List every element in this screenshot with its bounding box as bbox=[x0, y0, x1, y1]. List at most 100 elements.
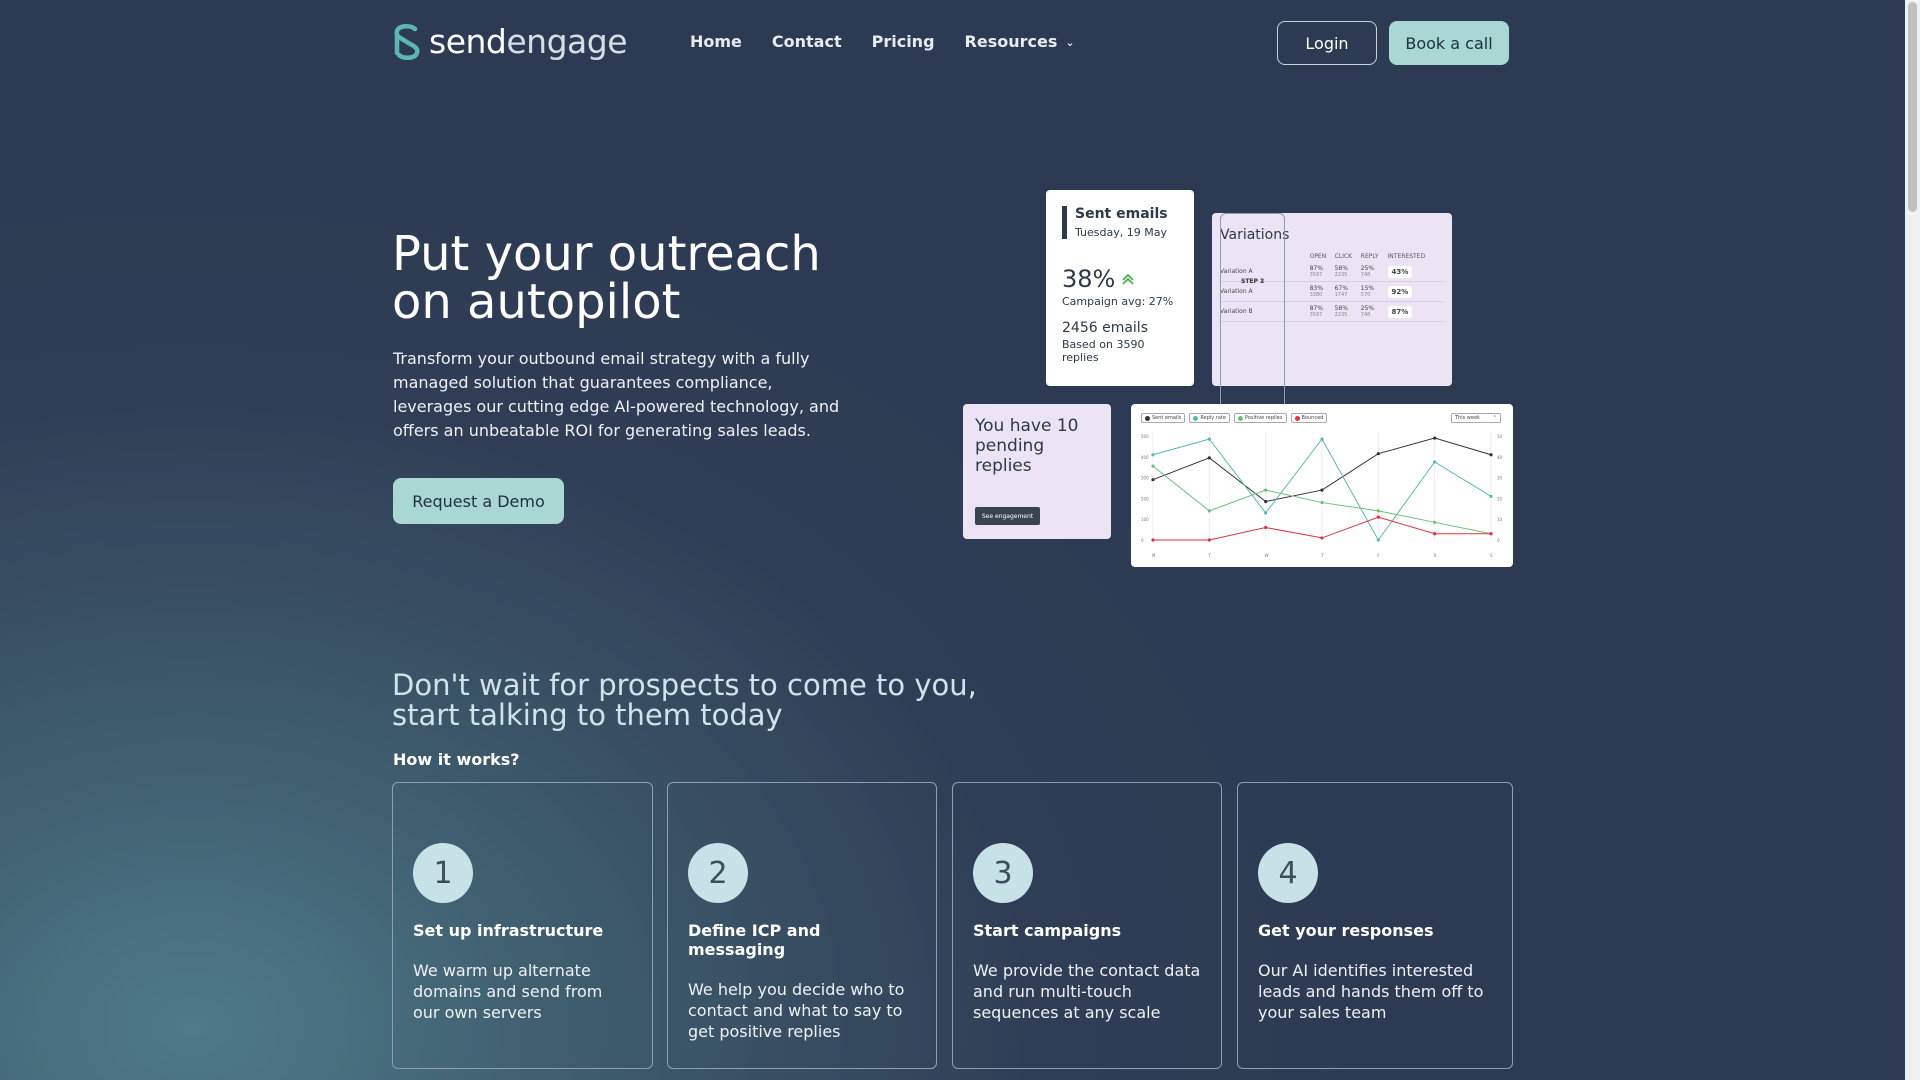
click-cell: 58% 2235 bbox=[1334, 301, 1361, 322]
y-tick-label: 0 bbox=[1141, 538, 1144, 543]
see-engagement-button[interactable]: See engagement bbox=[975, 507, 1040, 525]
step-title: Define ICP and messaging bbox=[688, 921, 821, 959]
nav-resources[interactable]: Resources ⌄ bbox=[965, 32, 1075, 51]
open-value: 87% bbox=[1309, 265, 1323, 272]
data-point bbox=[1489, 453, 1493, 457]
pending-replies-card: You have 10 pending replies See engageme… bbox=[963, 404, 1111, 539]
data-point bbox=[1207, 456, 1211, 460]
col-interested: INTERESTED bbox=[1387, 253, 1426, 260]
nav-home[interactable]: Home bbox=[690, 32, 742, 51]
sent-emails-date: Tuesday, 19 May bbox=[1075, 226, 1167, 239]
step-label: STEP 2 bbox=[1241, 278, 1265, 285]
scrollbar-thumb[interactable] bbox=[1908, 2, 1917, 212]
emails-count: 2456 emails bbox=[1062, 320, 1148, 336]
y-right-tick-label: 0 bbox=[1497, 538, 1500, 543]
interested-pill: 43% bbox=[1387, 265, 1413, 278]
open-sub: 3587 bbox=[1309, 312, 1323, 318]
section-title: Don't wait for prospects to come to you,… bbox=[392, 668, 977, 732]
y-tick-label: 300 bbox=[1141, 476, 1149, 481]
data-point bbox=[1433, 532, 1437, 536]
step-description: We help you decide who to contact and wh… bbox=[688, 980, 905, 1041]
book-call-button[interactable]: Book a call bbox=[1389, 21, 1509, 65]
x-tick-label: T bbox=[1320, 553, 1324, 558]
reply-sub: 748 bbox=[1360, 312, 1371, 318]
reply-sub: 570 bbox=[1360, 292, 1371, 298]
nav-pricing[interactable]: Pricing bbox=[872, 32, 935, 51]
step-description: We warm up alternate domains and send fr… bbox=[413, 961, 603, 1022]
click-cell: 58% 2235 bbox=[1334, 262, 1361, 282]
main-menu: Home Contact Pricing Resources ⌄ bbox=[690, 32, 1075, 51]
step-description: We provide the contact data and run mult… bbox=[973, 961, 1201, 1022]
campaign-avg: Campaign avg: 27% bbox=[1062, 295, 1174, 308]
data-point bbox=[1320, 488, 1324, 492]
data-point bbox=[1376, 538, 1380, 542]
open-cell: 87% 3587 bbox=[1309, 301, 1335, 322]
hero-description: Transform your outbound email strategy w… bbox=[393, 349, 840, 440]
reply-cell: 25% 748 bbox=[1360, 301, 1388, 322]
y-right-tick-label: 10 bbox=[1497, 517, 1503, 522]
step-card: 2 Define ICP and messaging We help you d… bbox=[667, 782, 937, 1069]
step-card: 4 Get your responses Our AI identifies i… bbox=[1237, 782, 1513, 1069]
legend-sent-emails[interactable]: Sent emails bbox=[1141, 413, 1186, 423]
step-number: 2 bbox=[688, 843, 748, 903]
data-point bbox=[1489, 532, 1493, 536]
engagement-line-chart: 500400300200100050403020100M T W T F S S bbox=[1141, 432, 1503, 558]
data-point bbox=[1433, 520, 1437, 524]
logo-bold: send bbox=[429, 22, 507, 61]
login-button[interactable]: Login bbox=[1277, 21, 1377, 65]
reply-sub: 748 bbox=[1360, 272, 1371, 278]
data-point bbox=[1376, 515, 1380, 519]
data-point bbox=[1320, 536, 1324, 540]
period-select[interactable]: This week ⌃ bbox=[1451, 413, 1501, 423]
data-point bbox=[1151, 478, 1155, 482]
request-demo-button[interactable]: Request a Demo bbox=[393, 478, 564, 524]
data-point bbox=[1320, 500, 1324, 505]
sent-emails-percent: 38% bbox=[1062, 265, 1116, 293]
sent-emails-title: Sent emails bbox=[1075, 206, 1168, 222]
legend-positive-replies[interactable]: Positive replies bbox=[1233, 413, 1287, 423]
click-sub: 2235 bbox=[1334, 272, 1348, 278]
open-cell: 87% 3587 bbox=[1309, 262, 1335, 282]
logo[interactable]: sendengage bbox=[393, 22, 627, 61]
click-cell: 67% 1747 bbox=[1334, 282, 1361, 302]
open-value: 83% bbox=[1309, 285, 1323, 292]
data-point bbox=[1376, 509, 1380, 513]
y-right-tick-label: 30 bbox=[1497, 476, 1503, 481]
y-tick-label: 500 bbox=[1141, 434, 1149, 439]
step-title: Get your responses bbox=[1258, 921, 1434, 940]
reply-value: 25% bbox=[1360, 265, 1375, 272]
open-cell: 83% 3380 bbox=[1309, 282, 1335, 302]
x-tick-label: S bbox=[1434, 553, 1437, 558]
open-value: 87% bbox=[1309, 305, 1323, 312]
logo-wordmark: sendengage bbox=[429, 22, 627, 61]
variations-table: OPEN CLICK REPLY INTERESTED STEP 1 Varia… bbox=[1220, 213, 1444, 500]
page-scrollbar[interactable] bbox=[1905, 0, 1920, 1080]
x-tick-label: F bbox=[1377, 553, 1380, 558]
step-title: Start campaigns bbox=[973, 921, 1122, 940]
data-point bbox=[1489, 494, 1493, 498]
nav-contact[interactable]: Contact bbox=[772, 32, 842, 51]
step-title: Set up infrastructure bbox=[413, 921, 604, 940]
click-value: 67% bbox=[1334, 285, 1348, 292]
x-tick-label: W bbox=[1265, 553, 1269, 558]
data-point bbox=[1207, 437, 1211, 441]
section-subtitle: How it works? bbox=[393, 750, 520, 769]
legend-dot bbox=[1237, 415, 1243, 421]
legend-dot bbox=[1294, 415, 1300, 421]
period-label: This week bbox=[1455, 415, 1480, 421]
x-tick-label: T bbox=[1207, 553, 1211, 558]
reply-value: 15% bbox=[1360, 285, 1375, 292]
step-number: 3 bbox=[973, 843, 1033, 903]
interested-cell: 92% bbox=[1387, 282, 1444, 302]
y-right-tick-label: 50 bbox=[1497, 434, 1503, 439]
legend-dot bbox=[1193, 415, 1199, 421]
click-value: 58% bbox=[1334, 305, 1348, 312]
top-nav: sendengage Home Contact Pricing Resource… bbox=[0, 0, 1905, 86]
step-card: 3 Start campaigns We provide the contact… bbox=[952, 782, 1222, 1069]
step-card: 1 Set up infrastructure We warm up alter… bbox=[392, 782, 653, 1069]
open-sub: 3380 bbox=[1309, 292, 1323, 298]
nav-contact-label: Contact bbox=[771, 32, 842, 51]
legend-reply-rate[interactable]: Reply rate bbox=[1189, 413, 1230, 423]
interested-pill: 92% bbox=[1387, 285, 1413, 298]
legend-bounced[interactable]: Bounced bbox=[1290, 413, 1328, 423]
